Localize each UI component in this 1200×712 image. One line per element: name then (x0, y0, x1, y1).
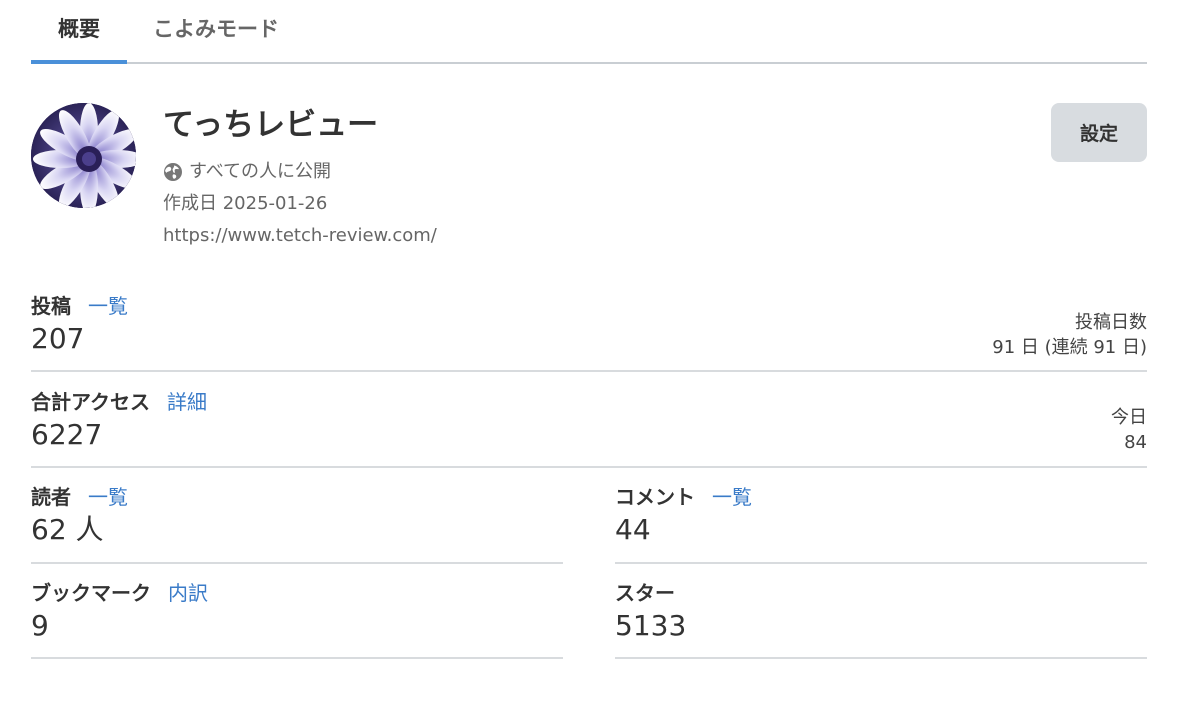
post-days: 投稿日数 91 日 (連続 91 日) (992, 310, 1147, 360)
visibility-label: すべての人に公開 (189, 161, 332, 182)
tab-calendar-mode[interactable]: こよみモード (153, 14, 283, 64)
tab-bar: 概要 こよみモード (31, 0, 1147, 64)
access-detail-link[interactable]: 詳細 (167, 390, 207, 414)
comments-list-link[interactable]: 一覧 (712, 485, 752, 509)
posts-label-row: 投稿 一覧 (31, 292, 128, 320)
bookmarks-breakdown-link[interactable]: 内訳 (168, 581, 208, 605)
stars-label: スター (615, 581, 675, 605)
today-label: 今日 (1111, 407, 1147, 428)
bookmarks-label: ブックマーク (31, 581, 151, 605)
bookmarks-count: 9 (31, 609, 49, 642)
readers-label-row: 読者 一覧 (31, 483, 128, 511)
today-access: 今日 84 (1111, 405, 1147, 455)
access-label-row: 合計アクセス 詳細 (31, 388, 207, 416)
divider (31, 657, 563, 659)
posts-label: 投稿 (31, 294, 71, 318)
comments-label-row: コメント 一覧 (615, 483, 752, 511)
divider (615, 562, 1147, 564)
blog-title: てっちレビュー (163, 107, 379, 143)
blog-url[interactable]: https://www.tetch-review.com/ (163, 223, 437, 249)
divider (31, 562, 563, 564)
posts-count: 207 (31, 322, 85, 355)
tab-summary[interactable]: 概要 (31, 14, 127, 64)
post-days-value: 91 日 (連続 91 日) (992, 337, 1147, 358)
bookmarks-label-row: ブックマーク 内訳 (31, 579, 208, 607)
access-label: 合計アクセス (31, 390, 150, 414)
divider (31, 466, 1147, 468)
flower-avatar-icon (31, 103, 136, 208)
divider (615, 657, 1147, 659)
divider (31, 370, 1147, 372)
settings-button[interactable]: 設定 (1051, 103, 1147, 162)
stars-count: 5133 (615, 609, 687, 642)
comments-label: コメント (615, 485, 695, 509)
visibility-status: すべての人に公開 (163, 159, 331, 185)
readers-list-link[interactable]: 一覧 (88, 485, 128, 509)
comments-count: 44 (615, 513, 651, 546)
created-date: 作成日 2025-01-26 (163, 193, 328, 214)
blog-dashboard: 概要 こよみモード てっちレビュー すべての人に公開 作成日 2025-01-2… (0, 0, 1200, 712)
globe-icon (164, 163, 182, 181)
blog-avatar (31, 103, 136, 208)
today-value: 84 (1124, 432, 1147, 453)
access-count: 6227 (31, 418, 103, 451)
post-days-label: 投稿日数 (1075, 312, 1147, 333)
posts-list-link[interactable]: 一覧 (88, 294, 128, 318)
readers-label: 読者 (31, 485, 71, 509)
stars-label-row: スター (615, 579, 675, 607)
readers-count: 62 人 (31, 513, 104, 546)
